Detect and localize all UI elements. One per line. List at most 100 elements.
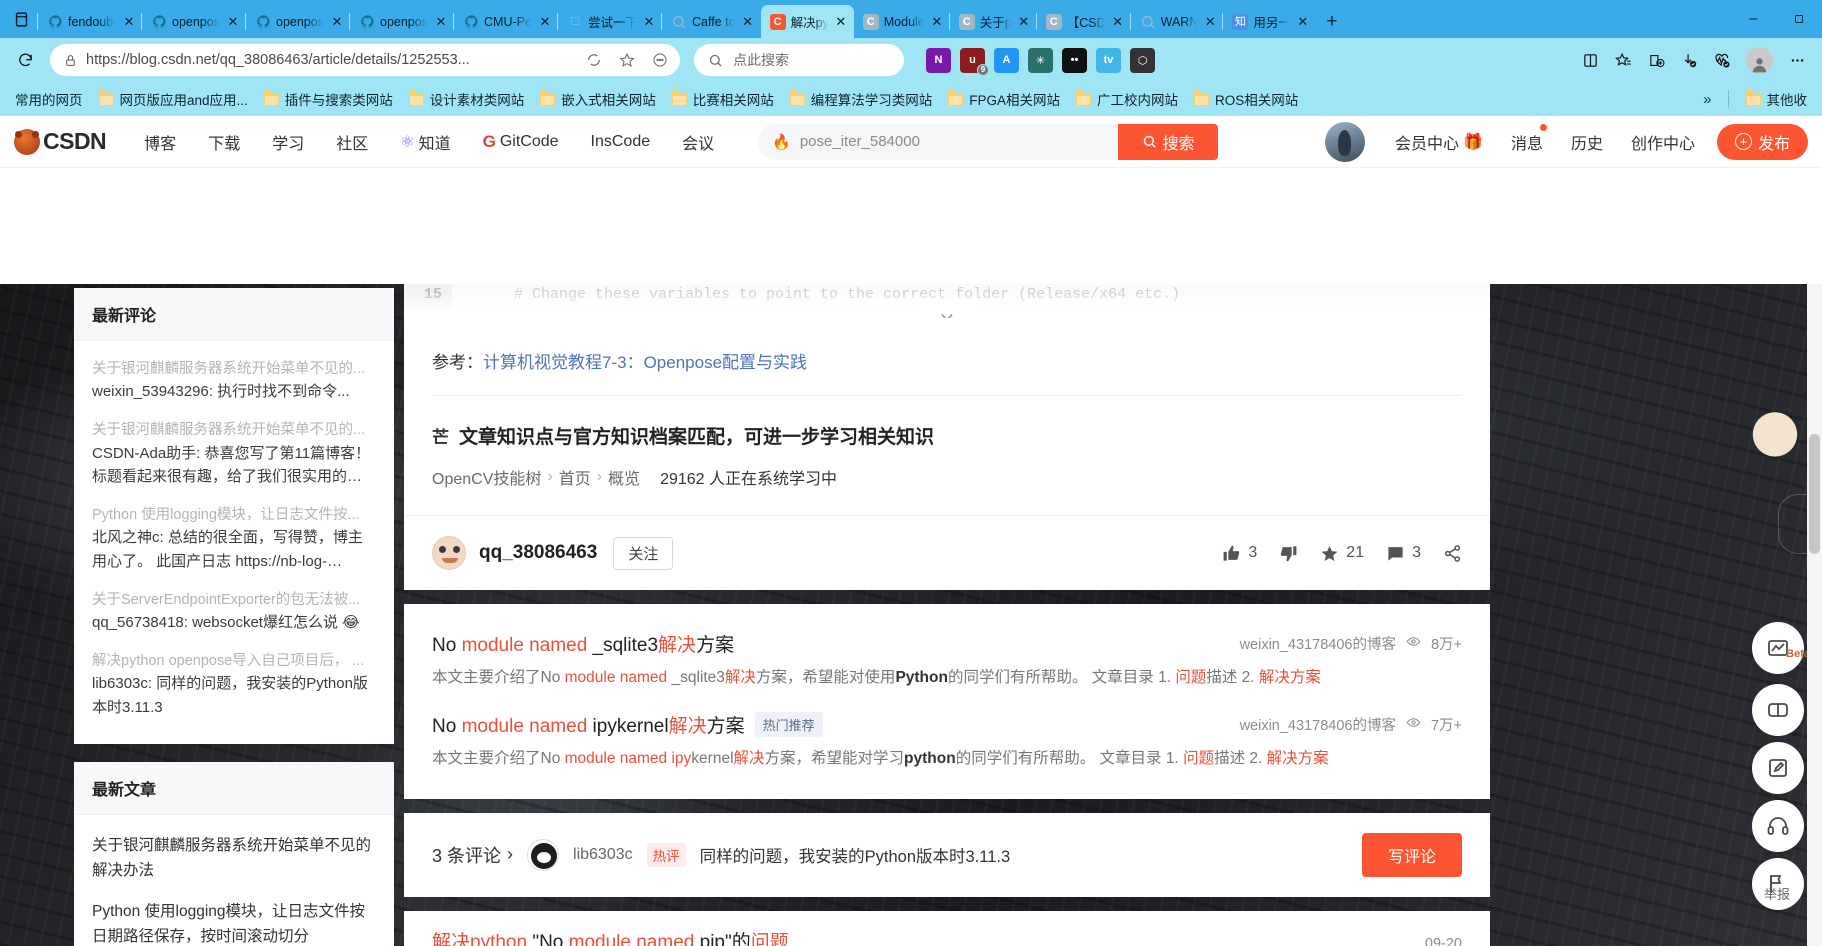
bookmark-4[interactable]: 嵌入式相关网站: [533, 86, 663, 112]
commenter-avatar[interactable]: [527, 838, 560, 871]
tab-close-icon[interactable]: ✕: [1296, 15, 1310, 28]
blog-list-item[interactable]: 解决python "No module named pip"的问题09-20今天…: [404, 911, 1490, 946]
nav-link-6[interactable]: InsCode: [575, 133, 667, 151]
note-icon[interactable]: [1752, 742, 1804, 794]
recommendation-item[interactable]: No module named ipykernel解决方案 热门推荐 weixin_…: [432, 703, 1462, 784]
tab-close-icon[interactable]: ✕: [226, 15, 240, 28]
bookmark-other[interactable]: 其他收: [1739, 86, 1815, 112]
split-screen-icon[interactable]: [1575, 45, 1605, 75]
tab-9[interactable]: C 关于p ✕: [948, 5, 1037, 38]
comment-item[interactable]: 关于银河麒麟服务器系统开始菜单不见的... CSDN-Ada助手: 恭喜您写了第1…: [92, 412, 376, 497]
nav-right-link-3[interactable]: 创作中心: [1617, 130, 1709, 154]
csdn-logo[interactable]: CSDN: [14, 128, 107, 155]
tab-4[interactable]: CMU-Perc ✕: [453, 5, 558, 38]
puzzle-icon[interactable]: ⬡: [1130, 47, 1155, 73]
bookmark-9[interactable]: ROS相关网站: [1187, 86, 1305, 112]
bookmark-0[interactable]: 常用的网页: [8, 86, 90, 112]
tab-close-icon[interactable]: ✕: [538, 15, 552, 28]
tab-close-icon[interactable]: ✕: [434, 15, 448, 28]
page-actions-icon[interactable]: [648, 48, 672, 72]
avatar[interactable]: [1325, 121, 1365, 162]
bookmark-5[interactable]: 比赛相关网站: [665, 86, 781, 112]
recommendation-item[interactable]: No module named _sqlite3解决方案 weixin_43178…: [432, 622, 1462, 703]
tab-close-icon[interactable]: ✕: [1203, 15, 1217, 28]
ublock-icon[interactable]: u9: [960, 47, 989, 76]
comment-button[interactable]: 3: [1386, 544, 1421, 563]
tab-6[interactable]: Caffe to ✕: [661, 5, 761, 38]
bookmark-8[interactable]: 广工校内网站: [1069, 86, 1185, 112]
nav-link-1[interactable]: 下载: [192, 130, 256, 154]
tab-7[interactable]: C 解决py ✕: [760, 5, 854, 38]
nav-right-link-1[interactable]: 消息: [1497, 123, 1557, 154]
comment-count-link[interactable]: 3 条评论 ›: [432, 842, 513, 868]
comment-item[interactable]: 关于银河麒麟服务器系统开始菜单不见的... weixin_53943296: 执行…: [92, 351, 376, 412]
chevron-down-icon[interactable]: [915, 304, 979, 318]
nav-link-3[interactable]: 社区: [320, 130, 384, 154]
list-item[interactable]: 关于银河麒麟服务器系统开始菜单不见的解决办法: [92, 825, 376, 891]
author-name[interactable]: qq_38086463: [479, 542, 597, 564]
recommendation-title[interactable]: No module named ipykernel解决方案: [432, 711, 745, 738]
tab-close-icon[interactable]: ✕: [741, 15, 755, 28]
nav-link-0[interactable]: 博客: [128, 130, 192, 154]
list-item[interactable]: Python 使用logging模块，让日志文件按日期路径保存，按时间滚动切分: [92, 891, 376, 946]
bookmarks-overflow-chevron[interactable]: »: [1697, 91, 1717, 108]
nav-right-link-2[interactable]: 历史: [1557, 130, 1617, 154]
nav-link-2[interactable]: 学习: [256, 130, 320, 154]
tab-3[interactable]: openpose ✕: [349, 5, 454, 38]
restore-button[interactable]: [1776, 0, 1822, 38]
translate-icon[interactable]: A: [994, 47, 1019, 73]
tab-5[interactable]: ☐ 尝试一下 ✕: [557, 5, 662, 38]
panda-icon[interactable]: ••: [1062, 47, 1087, 73]
favorite-star-icon[interactable]: [615, 48, 639, 72]
minimize-button[interactable]: [1730, 0, 1776, 38]
tab-close-icon[interactable]: ✕: [1017, 15, 1031, 28]
bookmark-3[interactable]: 设计素材类网站: [402, 86, 532, 112]
breadcrumb-item-0[interactable]: OpenCV技能树: [432, 465, 541, 489]
headset-icon[interactable]: [1752, 800, 1804, 852]
bookmark-6[interactable]: 编程算法学习类网站: [783, 86, 940, 112]
csdn-search-input[interactable]: 🔥 pose_iter_584000: [758, 123, 1119, 160]
address-bar[interactable]: https://blog.csdn.net/qq_38086463/articl…: [50, 44, 680, 76]
like-button[interactable]: 3: [1222, 544, 1257, 563]
performance-icon[interactable]: [1707, 45, 1737, 75]
add-collection-icon[interactable]: [1641, 45, 1671, 75]
scrollbar-thumb[interactable]: [1809, 434, 1820, 554]
breadcrumb-item-1[interactable]: 首页: [559, 465, 591, 489]
tab-close-icon[interactable]: ✕: [642, 15, 656, 28]
thumbs-down-icon[interactable]: [1279, 544, 1298, 563]
write-comment-button[interactable]: 写评论: [1361, 832, 1462, 877]
bookmark-1[interactable]: 网页版应用and应用...: [92, 86, 255, 112]
downloads-icon[interactable]: [1674, 45, 1704, 75]
publish-button[interactable]: + 发布: [1716, 123, 1808, 160]
reference-link[interactable]: 计算机视觉教程7-3：Openpose配置与实践: [483, 353, 807, 372]
read-aloud-icon[interactable]: [582, 48, 606, 72]
nav-link-5[interactable]: G GitCode: [467, 132, 575, 152]
tab-10[interactable]: C 【CSD ✕: [1035, 5, 1131, 38]
tab-close-icon[interactable]: ✕: [930, 15, 944, 28]
commenter-name[interactable]: lib6303c: [573, 846, 633, 864]
new-tab-button[interactable]: +: [1316, 5, 1348, 38]
nav-link-7[interactable]: 会议: [666, 130, 730, 154]
nav-right-link-0[interactable]: 会员中心 🎁: [1381, 130, 1497, 154]
tab-close-icon[interactable]: ✕: [122, 15, 136, 28]
tab-11[interactable]: WARN ✕: [1129, 5, 1224, 38]
recommendation-title[interactable]: No module named _sqlite3解决方案: [432, 630, 734, 657]
follow-button[interactable]: 关注: [613, 536, 674, 570]
ai-assistant-icon[interactable]: [1752, 684, 1804, 736]
collections-icon[interactable]: [1608, 45, 1638, 75]
page-scrollbar[interactable]: [1807, 284, 1822, 946]
tab-close-icon[interactable]: ✕: [834, 15, 848, 28]
breadcrumb-item-2[interactable]: 概览: [608, 465, 640, 489]
tab-2[interactable]: openpose ✕: [245, 5, 350, 38]
reload-button[interactable]: [10, 45, 40, 75]
blog-title[interactable]: 解决python "No module named pip"的问题: [432, 927, 789, 946]
settings-more-icon[interactable]: [1782, 45, 1812, 75]
assistant-mascot[interactable]: [1740, 404, 1810, 480]
tab-close-icon[interactable]: ✕: [1111, 15, 1125, 28]
share-icon[interactable]: [1443, 544, 1462, 563]
comment-item[interactable]: Python 使用logging模块，让日志文件按... 北风之神c: 总结的很全…: [92, 497, 376, 582]
nav-link-4[interactable]: ⚛ 知道: [384, 130, 466, 154]
tab-1[interactable]: openpose ✕: [141, 5, 246, 38]
profile-icon[interactable]: [1746, 46, 1773, 74]
tab-8[interactable]: C Module ✕: [852, 5, 950, 38]
